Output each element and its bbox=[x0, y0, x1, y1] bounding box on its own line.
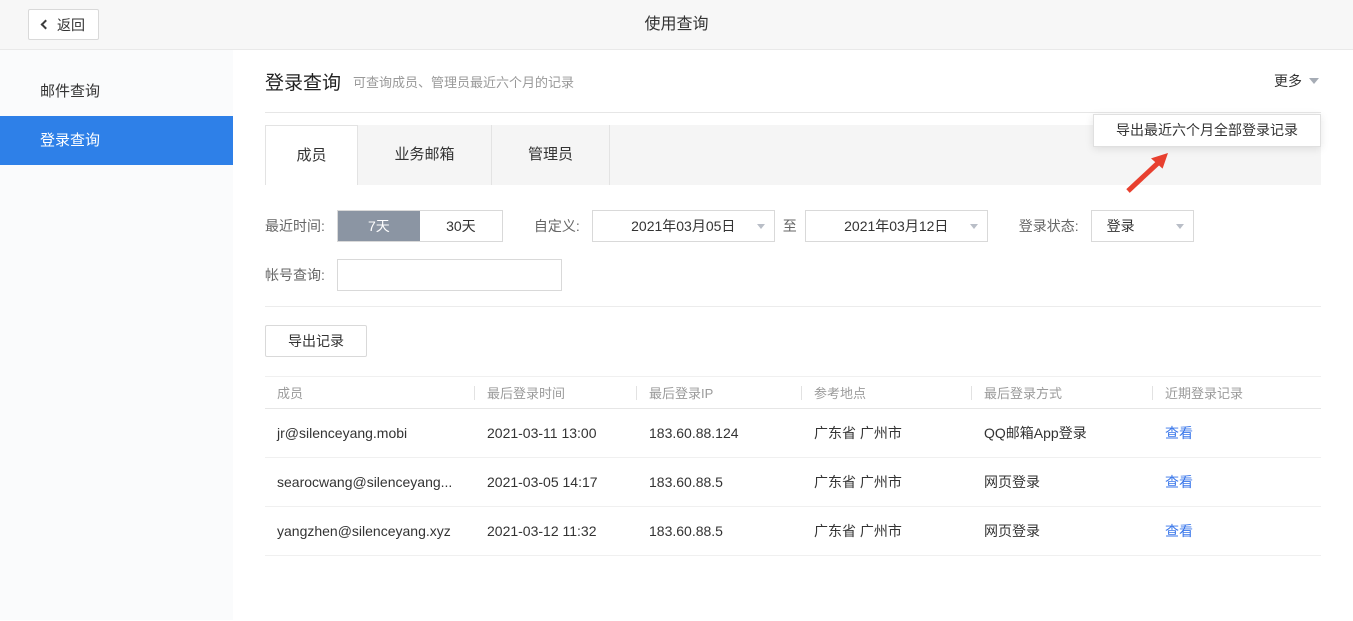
table-row: searocwang@silenceyang... 2021-03-05 14:… bbox=[265, 458, 1321, 507]
last-login-time: 2021-03-11 13:00 bbox=[475, 409, 637, 458]
member-email: yangzhen@silenceyang.xyz bbox=[265, 507, 475, 556]
tab-business-mailbox[interactable]: 业务邮箱 bbox=[358, 125, 492, 185]
chevron-down-icon bbox=[1176, 224, 1184, 229]
account-query-input[interactable] bbox=[337, 259, 562, 291]
date-from-value: 2021年03月05日 bbox=[631, 216, 735, 236]
more-dropdown-trigger[interactable]: 更多 bbox=[1274, 71, 1321, 91]
header-last-login-ip: 最后登录IP bbox=[637, 377, 802, 409]
member-email: jr@silenceyang.mobi bbox=[265, 409, 475, 458]
location: 广东省 广州市 bbox=[802, 507, 972, 556]
section-header: 登录查询 可查询成员、管理员最近六个月的记录 更多 bbox=[265, 50, 1321, 113]
member-email: searocwang@silenceyang... bbox=[265, 458, 475, 507]
sidebar: 邮件查询 登录查询 bbox=[0, 50, 233, 620]
login-status-value: 登录 bbox=[1107, 216, 1135, 236]
tab-admins[interactable]: 管理员 bbox=[492, 125, 610, 185]
sidebar-item-login-query[interactable]: 登录查询 bbox=[0, 116, 233, 165]
range-30-days-button[interactable]: 30天 bbox=[420, 211, 502, 241]
tab-members[interactable]: 成员 bbox=[265, 125, 358, 185]
topbar: 返回 使用查询 bbox=[0, 0, 1353, 50]
chevron-down-icon bbox=[1309, 78, 1319, 84]
section-title: 登录查询 bbox=[265, 68, 341, 95]
custom-range-label: 自定义: bbox=[534, 216, 580, 236]
sidebar-item-mail-query[interactable]: 邮件查询 bbox=[0, 67, 233, 116]
filters-divider bbox=[265, 306, 1321, 307]
export-six-months-menu-item[interactable]: 导出最近六个月全部登录记录 bbox=[1094, 115, 1320, 146]
header-location: 参考地点 bbox=[802, 377, 972, 409]
header-recent-records: 近期登录记录 bbox=[1153, 377, 1321, 409]
header-last-login-time: 最后登录时间 bbox=[475, 377, 637, 409]
table-row: yangzhen@silenceyang.xyz 2021-03-12 11:3… bbox=[265, 507, 1321, 556]
date-from-select[interactable]: 2021年03月05日 bbox=[592, 210, 775, 242]
time-range-segmented-control: 7天 30天 bbox=[337, 210, 503, 242]
view-recent-records-link[interactable]: 查看 bbox=[1165, 523, 1193, 539]
view-recent-records-link[interactable]: 查看 bbox=[1165, 425, 1193, 441]
export-records-button[interactable]: 导出记录 bbox=[265, 325, 367, 357]
more-dropdown-menu: 导出最近六个月全部登录记录 bbox=[1093, 114, 1321, 147]
page-title: 使用查询 bbox=[0, 0, 1353, 49]
login-method: QQ邮箱App登录 bbox=[972, 409, 1153, 458]
filter-row-time: 最近时间: 7天 30天 自定义: 2021年03月05日 至 2021年03月… bbox=[265, 210, 1321, 242]
date-to-select[interactable]: 2021年03月12日 bbox=[805, 210, 988, 242]
login-status-select[interactable]: 登录 bbox=[1091, 210, 1194, 242]
last-login-ip: 183.60.88.5 bbox=[637, 507, 802, 556]
date-to-value: 2021年03月12日 bbox=[844, 216, 948, 236]
annotation-arrow-icon bbox=[1118, 145, 1178, 197]
login-records-table: 成员 最后登录时间 最后登录IP 参考地点 最后登录方式 近期登录记录 jr@s… bbox=[265, 376, 1321, 556]
location: 广东省 广州市 bbox=[802, 458, 972, 507]
filter-row-account: 帐号查询: bbox=[265, 259, 1321, 291]
account-query-label: 帐号查询: bbox=[265, 265, 325, 285]
header-member: 成员 bbox=[265, 377, 475, 409]
header-login-method: 最后登录方式 bbox=[972, 377, 1153, 409]
chevron-down-icon bbox=[970, 224, 978, 229]
login-status-label: 登录状态: bbox=[1019, 216, 1079, 236]
section-subtitle: 可查询成员、管理员最近六个月的记录 bbox=[353, 72, 574, 91]
location: 广东省 广州市 bbox=[802, 409, 972, 458]
view-recent-records-link[interactable]: 查看 bbox=[1165, 474, 1193, 490]
last-login-time: 2021-03-05 14:17 bbox=[475, 458, 637, 507]
login-method: 网页登录 bbox=[972, 458, 1153, 507]
table-row: jr@silenceyang.mobi 2021-03-11 13:00 183… bbox=[265, 409, 1321, 458]
range-7-days-button[interactable]: 7天 bbox=[338, 211, 420, 241]
chevron-down-icon bbox=[757, 224, 765, 229]
last-login-ip: 183.60.88.5 bbox=[637, 458, 802, 507]
main-panel: 登录查询 可查询成员、管理员最近六个月的记录 更多 导出最近六个月全部登录记录 … bbox=[233, 50, 1353, 620]
recent-time-label: 最近时间: bbox=[265, 216, 325, 236]
more-label: 更多 bbox=[1274, 71, 1302, 91]
to-label: 至 bbox=[783, 216, 797, 236]
last-login-time: 2021-03-12 11:32 bbox=[475, 507, 637, 556]
login-method: 网页登录 bbox=[972, 507, 1153, 556]
last-login-ip: 183.60.88.124 bbox=[637, 409, 802, 458]
table-header-row: 成员 最后登录时间 最后登录IP 参考地点 最后登录方式 近期登录记录 bbox=[265, 377, 1321, 409]
